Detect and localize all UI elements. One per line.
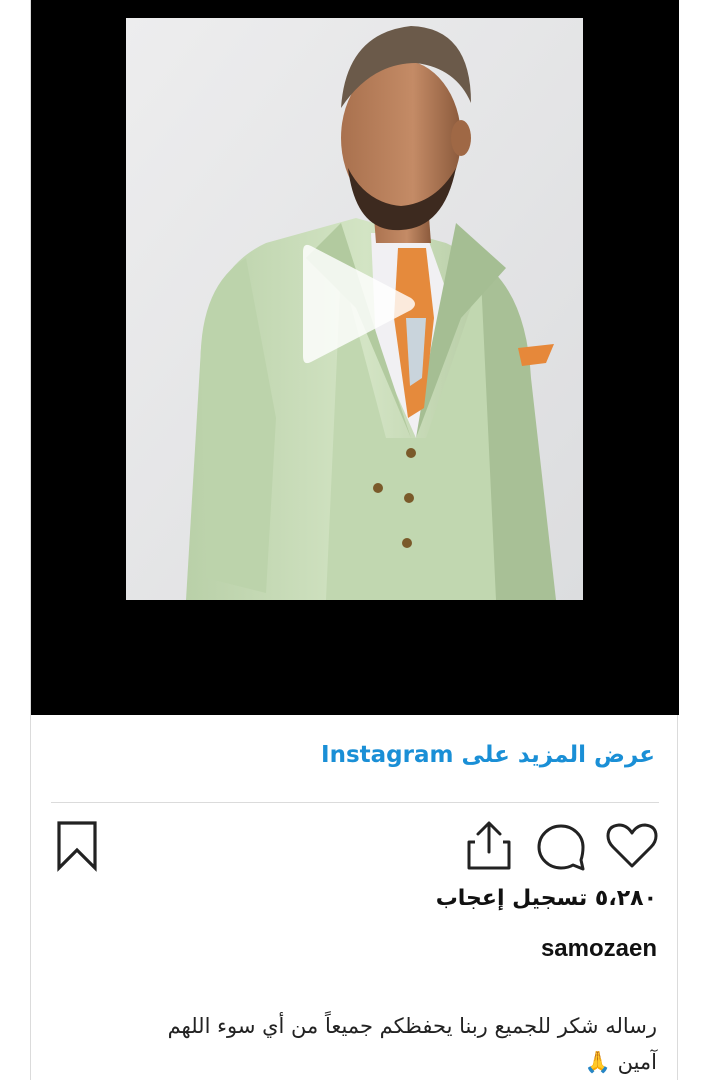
share-icon	[467, 821, 511, 870]
divider	[51, 802, 659, 803]
comment-icon	[537, 824, 585, 871]
instagram-embed-card: عرض المزيد على Instagram ٥،٢٨٠ تسجيل إعج…	[30, 0, 679, 1080]
bookmark-button[interactable]	[49, 818, 105, 874]
play-icon	[303, 244, 415, 364]
page: عرض المزيد على Instagram ٥،٢٨٠ تسجيل إعج…	[0, 0, 720, 1080]
bookmark-icon	[57, 821, 97, 872]
view-more-on-instagram-link[interactable]: عرض المزيد على Instagram	[321, 742, 655, 768]
comment-button[interactable]	[533, 818, 589, 874]
play-button[interactable]	[293, 236, 423, 372]
post-caption: رساله شكر للجميع ربنا يحفظكم جميعاً من أ…	[67, 1008, 657, 1080]
action-bar	[31, 818, 679, 878]
caption-line: رساله شكر للجميع ربنا يحفظكم جميعاً من أ…	[167, 1014, 657, 1038]
like-count: ٥،٢٨٠ تسجيل إعجاب	[435, 886, 657, 911]
video-player[interactable]	[31, 0, 679, 715]
like-button[interactable]	[604, 818, 660, 874]
heart-icon	[606, 823, 658, 868]
username-link[interactable]: samozaen	[541, 935, 657, 963]
share-button[interactable]	[461, 818, 517, 874]
caption-line: آمين 🙏	[584, 1050, 657, 1074]
